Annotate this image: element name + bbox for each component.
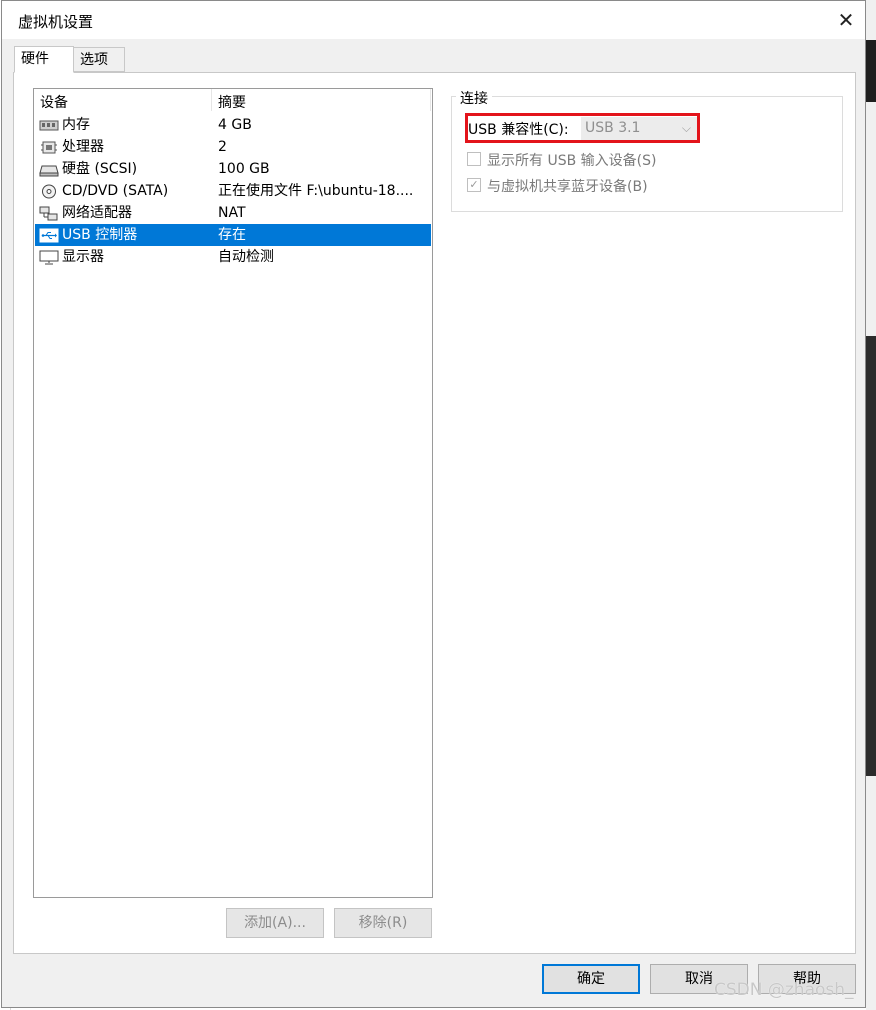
memory-icon	[39, 120, 59, 131]
device-summary: 正在使用文件 F:\ubuntu-18....	[218, 183, 414, 199]
device-name: CD/DVD (SATA)	[62, 183, 169, 199]
background-dark-panel	[866, 40, 876, 102]
add-button[interactable]: 添加(A)...	[226, 908, 324, 938]
device-summary: NAT	[218, 205, 246, 221]
connection-group-title: 连接	[456, 88, 492, 108]
device-summary: 4 GB	[218, 117, 252, 133]
display-icon	[39, 250, 59, 265]
annotation-highlight-box	[465, 113, 700, 143]
device-name: 内存	[62, 117, 90, 133]
column-divider[interactable]	[430, 89, 431, 111]
processor-icon	[41, 141, 57, 154]
device-list[interactable]: 设备 摘要 内存 4 GB 处理器 2 硬盘 (SCSI) 100 GB CD/…	[33, 88, 433, 898]
device-summary: 2	[218, 139, 227, 155]
usb-icon	[39, 228, 59, 243]
device-summary: 存在	[218, 227, 246, 243]
cd-dvd-icon	[42, 184, 56, 199]
show-all-usb-checkbox[interactable]	[467, 152, 481, 166]
device-name: 处理器	[62, 139, 104, 155]
watermark-text: CSDN @zhaosh_	[714, 980, 854, 1000]
share-bluetooth-label: 与虚拟机共享蓝牙设备(B)	[487, 179, 648, 195]
background-dark-panel	[866, 336, 876, 776]
device-row-display[interactable]: 显示器 自动检测	[35, 246, 431, 268]
remove-button[interactable]: 移除(R)	[334, 908, 432, 938]
show-all-usb-label: 显示所有 USB 输入设备(S)	[487, 153, 657, 169]
column-header-device[interactable]: 设备	[40, 92, 68, 112]
device-row-memory[interactable]: 内存 4 GB	[35, 114, 431, 136]
title-bar: 虚拟机设置 ✕	[2, 1, 865, 39]
device-row-processor[interactable]: 处理器 2	[35, 136, 431, 158]
ok-button[interactable]: 确定	[542, 964, 640, 994]
device-name: USB 控制器	[62, 227, 138, 243]
network-adapter-icon	[39, 206, 58, 221]
device-summary: 自动检测	[218, 249, 274, 265]
tab-options[interactable]: 选项	[73, 47, 125, 72]
device-row-cd-dvd[interactable]: CD/DVD (SATA) 正在使用文件 F:\ubuntu-18....	[35, 180, 431, 202]
device-row-usb-controller[interactable]: USB 控制器 存在	[35, 224, 431, 246]
close-button[interactable]: ✕	[831, 5, 861, 35]
window-title: 虚拟机设置	[18, 13, 94, 31]
device-name: 网络适配器	[62, 205, 132, 221]
device-row-hard-disk[interactable]: 硬盘 (SCSI) 100 GB	[35, 158, 431, 180]
device-row-network-adapter[interactable]: 网络适配器 NAT	[35, 202, 431, 224]
column-header-summary[interactable]: 摘要	[218, 92, 246, 112]
device-summary: 100 GB	[218, 161, 270, 177]
background-window-right	[866, 0, 876, 1010]
device-name: 硬盘 (SCSI)	[62, 161, 138, 177]
column-divider[interactable]	[211, 89, 212, 111]
tab-hardware[interactable]: 硬件	[14, 46, 74, 73]
device-name: 显示器	[62, 249, 104, 265]
share-bluetooth-checkbox[interactable]: ✓	[467, 178, 481, 192]
list-header: 设备 摘要	[34, 89, 432, 111]
hard-disk-icon	[39, 165, 59, 177]
